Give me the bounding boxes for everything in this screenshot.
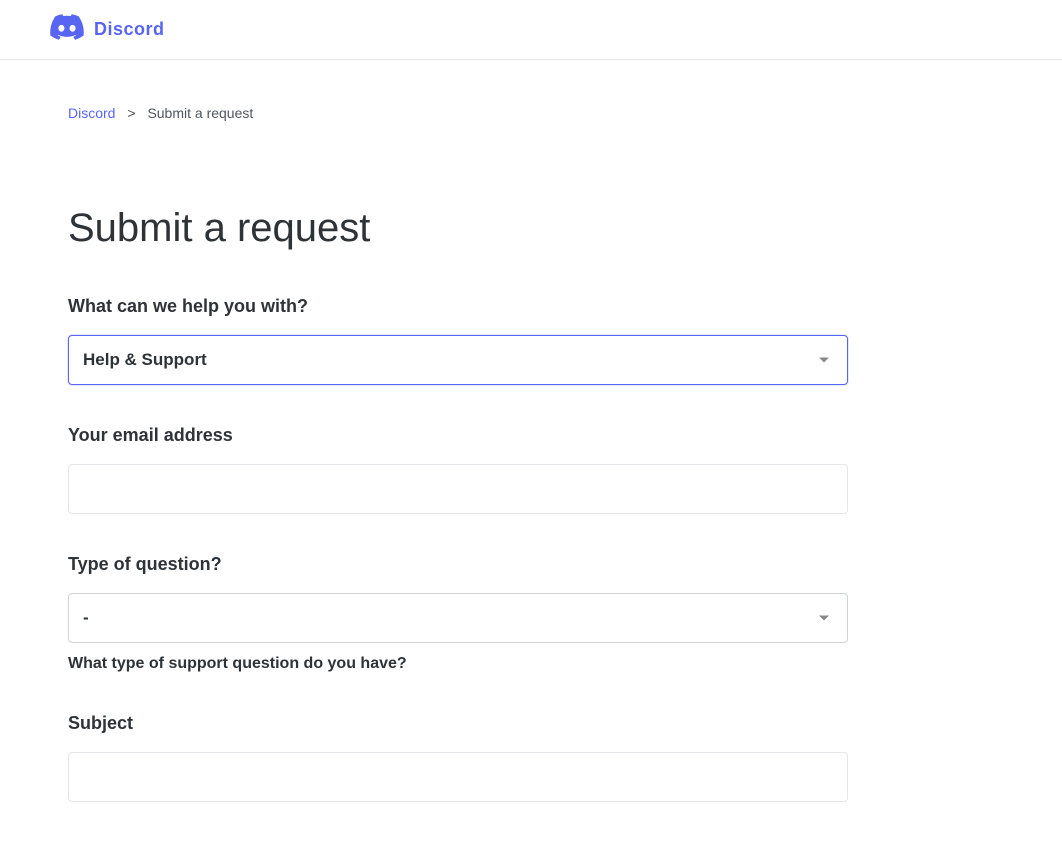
subject-field: Subject bbox=[68, 713, 848, 802]
help-with-value: Help & Support bbox=[83, 350, 207, 370]
question-type-hint: What type of support question do you hav… bbox=[68, 655, 848, 673]
question-type-select[interactable]: - bbox=[68, 593, 848, 643]
discord-icon bbox=[50, 14, 84, 45]
breadcrumb-current: Submit a request bbox=[147, 105, 253, 121]
help-with-field: What can we help you with? Help & Suppor… bbox=[68, 296, 848, 385]
question-type-value: - bbox=[83, 608, 89, 628]
main-container: Discord > Submit a request Submit a requ… bbox=[48, 60, 868, 802]
brand-logo[interactable]: Discord bbox=[50, 14, 165, 45]
chevron-down-icon bbox=[819, 358, 829, 363]
page-title: Submit a request bbox=[68, 206, 848, 251]
email-field: Your email address bbox=[68, 425, 848, 514]
subject-input[interactable] bbox=[68, 752, 848, 802]
breadcrumb-root-link[interactable]: Discord bbox=[68, 105, 115, 121]
breadcrumb-separator: > bbox=[127, 105, 135, 121]
question-type-field: Type of question? - What type of support… bbox=[68, 554, 848, 673]
chevron-down-icon bbox=[819, 616, 829, 621]
question-type-label: Type of question? bbox=[68, 554, 848, 575]
subject-label: Subject bbox=[68, 713, 848, 734]
header: Discord bbox=[0, 0, 1062, 60]
breadcrumb: Discord > Submit a request bbox=[68, 60, 848, 121]
brand-name: Discord bbox=[94, 19, 165, 40]
email-label: Your email address bbox=[68, 425, 848, 446]
help-with-select[interactable]: Help & Support bbox=[68, 335, 848, 385]
email-input[interactable] bbox=[68, 464, 848, 514]
help-with-label: What can we help you with? bbox=[68, 296, 848, 317]
